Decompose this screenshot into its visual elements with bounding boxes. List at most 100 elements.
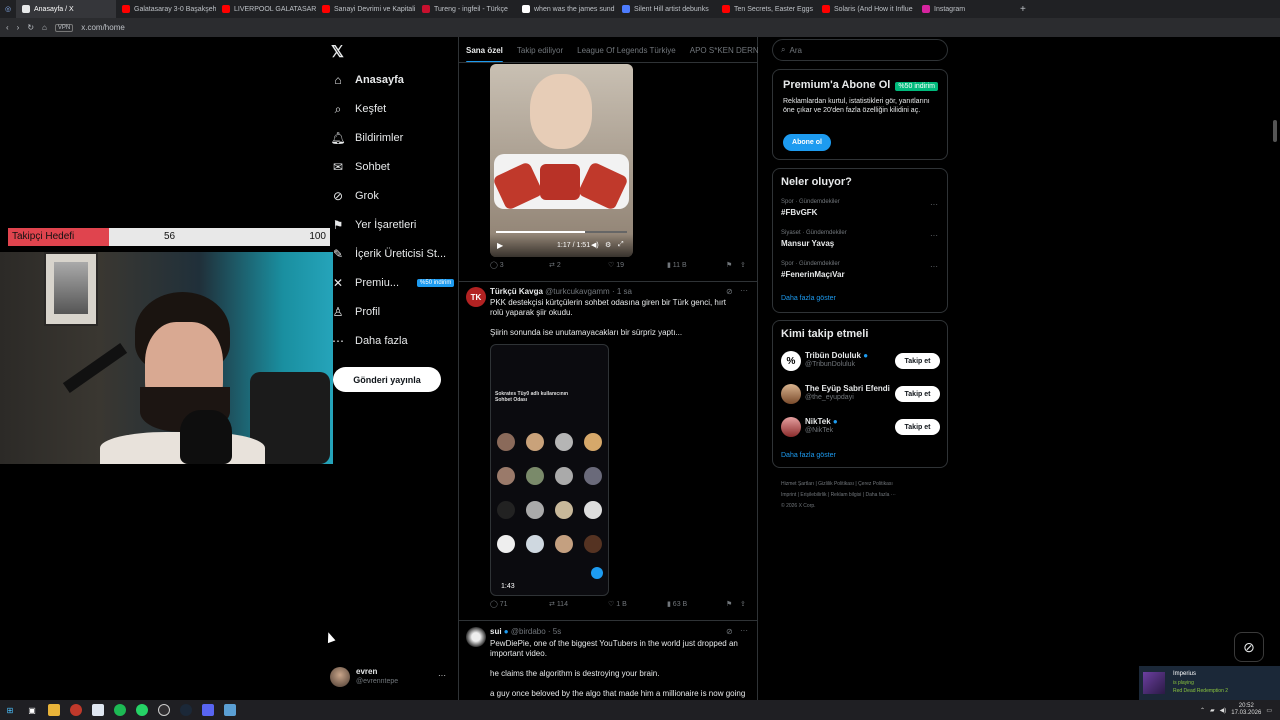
like-icon[interactable]: ♡ 1 B [608, 600, 627, 608]
start-menu-icon[interactable]: ⊞ [4, 704, 16, 716]
grok-post-icon[interactable]: ⊘ [726, 627, 733, 636]
post-author-handle[interactable]: @turkcukavgamm · 1 sa [545, 287, 632, 296]
footer-link[interactable]: Erişilebilirlik [800, 492, 826, 498]
steam-icon[interactable] [180, 704, 192, 716]
browser-tab[interactable]: LIVERPOOL GALATASARA [216, 0, 316, 18]
grok-floating-button[interactable]: ⊘ [1234, 632, 1264, 662]
home-button-icon[interactable]: ⌂ [42, 23, 47, 32]
forward-icon[interactable]: › [17, 23, 20, 32]
spotify-icon[interactable] [114, 704, 126, 716]
play-icon[interactable]: ▶ [497, 241, 503, 250]
obs-icon[interactable] [158, 704, 170, 716]
nav-item-bell[interactable]: 🔔︎ Bildirimler [330, 128, 403, 148]
browser-tab[interactable]: Anasayfa / X [16, 0, 116, 18]
nav-item-premium[interactable]: ✕ Premiu... %50 indirim [331, 273, 455, 293]
avatar[interactable] [781, 384, 801, 404]
who-to-follow-show-more[interactable]: Daha fazla göster [781, 452, 836, 459]
bookmark-icon[interactable]: ⚑ [726, 600, 732, 608]
suggested-account-name[interactable]: The Eyüp Sabri Efendi [805, 384, 890, 393]
notepad-icon[interactable] [92, 704, 104, 716]
network-icon[interactable]: ▰ [1210, 707, 1215, 714]
grok-post-icon[interactable]: ⊘ [726, 287, 733, 296]
footer-link[interactable]: Çerez Politikası [858, 481, 893, 487]
browser-tab[interactable]: Galatasaray 3-0 Başakşeh [116, 0, 216, 18]
footer-link[interactable]: Reklam bilgisi [831, 492, 862, 498]
browser-tab[interactable]: Tureng - ingfeil - Türkçe [416, 0, 516, 18]
trend-more-icon[interactable]: ··· [930, 262, 938, 271]
browser-tab[interactable]: Sanayi Devrimi ve Kapitali [316, 0, 416, 18]
avatar[interactable] [781, 417, 801, 437]
discord-icon[interactable] [202, 704, 214, 716]
suggested-account-name[interactable]: NikTek ● [805, 417, 838, 426]
reload-icon[interactable]: ↻ [27, 23, 34, 32]
nav-item-chat[interactable]: ✉ Sohbet [331, 157, 390, 177]
like-icon[interactable]: ♡ 19 [608, 261, 624, 269]
nav-item-home[interactable]: ⌂ Anasayfa [331, 70, 404, 90]
follow-button[interactable]: Takip et [895, 353, 940, 369]
post-button[interactable]: Gönderi yayınla [333, 367, 441, 392]
trend-item[interactable]: Mansur Yavaş [781, 239, 834, 248]
bookmark-icon[interactable]: ⚑ [726, 261, 732, 269]
trend-more-icon[interactable]: ··· [930, 200, 938, 209]
task-view-icon[interactable]: ▣ [26, 704, 38, 716]
post-video-media[interactable]: ▶ 1:17 / 1:51 ◀) ⚙ ⤢ [490, 64, 633, 257]
file-explorer-icon[interactable] [48, 704, 60, 716]
post-avatar[interactable] [466, 627, 486, 647]
post-more-icon[interactable]: ··· [740, 286, 748, 295]
nav-item-bookmark[interactable]: ⚑ Yer İşaretleri [331, 215, 417, 235]
views-icon[interactable]: ▮ 63 B [667, 600, 687, 608]
app-icon[interactable] [224, 704, 236, 716]
post-avatar[interactable]: TK [466, 287, 486, 307]
reply-icon[interactable]: ◯ 3 [490, 261, 504, 269]
volume-tray-icon[interactable]: ◀) [1220, 707, 1227, 714]
share-icon[interactable]: ⇪ [740, 261, 746, 269]
opera-browser-icon[interactable] [70, 704, 82, 716]
browser-tab[interactable]: Solaris (And How it Influe [816, 0, 916, 18]
post-author-handle[interactable]: @birdabo · 5s [511, 627, 561, 636]
repost-icon[interactable]: ⇄ 2 [549, 261, 561, 269]
back-icon[interactable]: ‹ [6, 23, 9, 32]
tab-following[interactable]: Takip ediliyor [517, 46, 563, 55]
footer-link[interactable]: Hizmet Şartları [781, 481, 814, 487]
x-logo-icon[interactable]: 𝕏 [331, 42, 344, 62]
browser-tab[interactable]: when was the james sund [516, 0, 616, 18]
post-more-icon[interactable]: ··· [740, 626, 748, 635]
tray-chevron-icon[interactable]: ⌃ [1200, 707, 1205, 714]
nav-item-search[interactable]: ⌕ Keşfet [331, 99, 387, 119]
url-field[interactable]: x.com/home [81, 23, 125, 32]
search-input[interactable]: ⌕ Ara [772, 39, 948, 61]
browser-tab[interactable]: Silent Hill artist debunks [616, 0, 716, 18]
share-icon[interactable]: ⇪ [740, 600, 746, 608]
post-author-name[interactable]: sui [490, 627, 502, 636]
subscribe-button[interactable]: Abone ol [783, 134, 831, 151]
follow-button[interactable]: Takip et [895, 386, 940, 402]
whatsapp-icon[interactable] [136, 704, 148, 716]
account-switcher[interactable]: evren @evrenntepe ··· [330, 666, 448, 690]
settings-icon[interactable]: ⚙ [605, 241, 611, 249]
footer-link[interactable]: Imprint [781, 492, 796, 498]
trend-more-icon[interactable]: ··· [930, 231, 938, 240]
notification-center-icon[interactable]: ▭ [1266, 707, 1272, 714]
repost-icon[interactable]: ⇄ 114 [549, 600, 568, 608]
tab-league-of-legends[interactable]: League Of Legends Türkiye [577, 46, 676, 55]
avatar[interactable]: % [781, 351, 801, 371]
views-icon[interactable]: ▮ 11 B [667, 261, 687, 269]
nav-item-profile[interactable]: ♙ Profil [331, 302, 380, 322]
post-author-name[interactable]: Türkçü Kavga [490, 287, 543, 296]
fullscreen-icon[interactable]: ⤢ [618, 241, 624, 249]
footer-link[interactable]: Gizlilik Politikası [818, 481, 854, 487]
follow-button[interactable]: Takip et [895, 419, 940, 435]
vpn-badge[interactable]: VPN [54, 23, 74, 32]
footer-link[interactable]: Daha fazla ··· [865, 492, 895, 498]
volume-icon[interactable]: ◀) [591, 241, 599, 249]
reply-icon[interactable]: ◯ 71 [490, 600, 508, 608]
browser-tab[interactable]: Ten Secrets, Easter Eggs [716, 0, 816, 18]
nav-item-more[interactable]: ⋯ Daha fazla [331, 331, 408, 351]
trend-item[interactable]: #FBvGFK [781, 208, 817, 217]
account-more-icon[interactable]: ··· [438, 671, 446, 680]
nav-item-creator-studio[interactable]: ✎ İçerik Üreticisi St... [331, 244, 446, 264]
post-video-media[interactable]: Sokrates Tüy0 adlı kullanıcının Sohbet O… [490, 344, 609, 596]
clock[interactable]: 20:52 17.03.2026 [1231, 703, 1261, 717]
page-scrollbar[interactable] [1273, 120, 1277, 142]
browser-menu-icon[interactable]: ◎ [0, 5, 16, 13]
